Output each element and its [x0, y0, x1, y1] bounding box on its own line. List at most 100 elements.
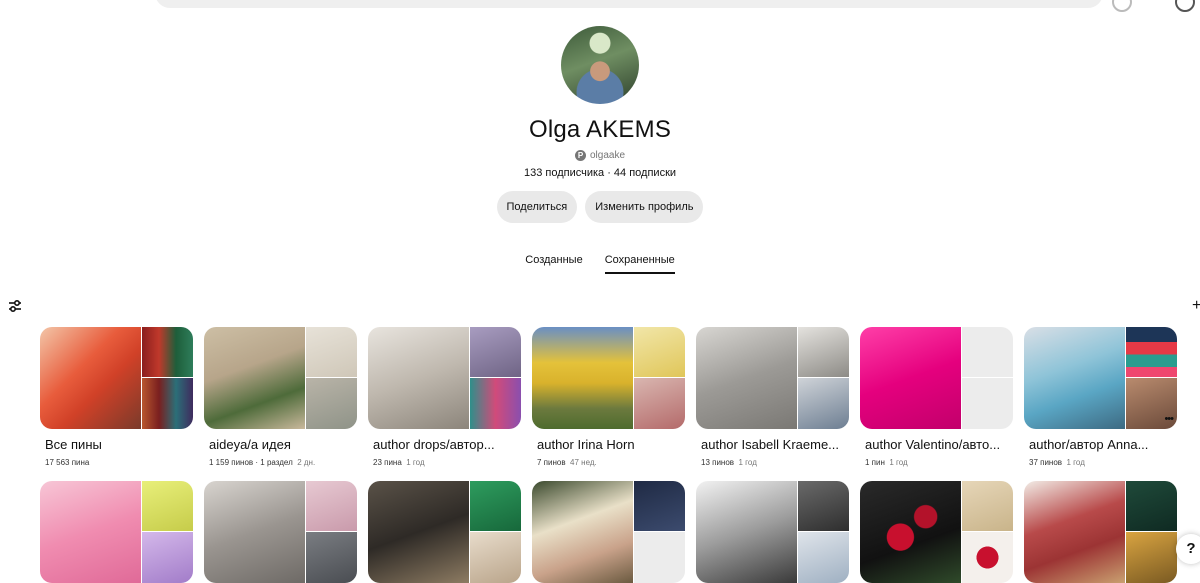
board-card[interactable]: Все пины 17 563 пина [40, 327, 193, 467]
board-meta: 1 пин 1 год [860, 458, 1013, 467]
board-image [634, 481, 685, 531]
avatar[interactable] [561, 26, 639, 104]
board-image [860, 481, 961, 583]
board-title: author Isabell Kraeme... [701, 437, 840, 452]
board-pin-count: 1 пин [865, 458, 885, 467]
notifications-icon[interactable] [1112, 0, 1132, 12]
board-title: aideya/а идея [209, 437, 291, 452]
board-cover [532, 481, 685, 583]
board-image [368, 327, 469, 429]
board-image [142, 481, 193, 531]
board-title: Все пины [45, 437, 102, 452]
board-card[interactable]: author Valentino/авто... 1 пин 1 год [860, 327, 1013, 467]
board-title: author drops/автор... [373, 437, 495, 452]
board-image [142, 327, 193, 377]
board-image [40, 327, 141, 429]
board-pin-count: 13 пинов [701, 458, 735, 467]
board-image [470, 481, 521, 531]
follow-stats[interactable]: 133 подписчика · 44 подписки [0, 167, 1200, 179]
board-card[interactable]: author Isabell Kraeme... 13 пинов 1 год [696, 327, 849, 467]
board-card[interactable] [204, 481, 357, 583]
tab-saved[interactable]: Сохраненные [604, 254, 675, 274]
board-cover [368, 481, 521, 583]
board-image [860, 327, 961, 429]
board-cover [204, 481, 357, 583]
board-age: 1 год [889, 458, 908, 467]
board-cover [860, 481, 1013, 583]
board-image [1024, 481, 1125, 583]
more-icon[interactable]: ••• [1164, 413, 1174, 425]
profile-header: Olga AKEMS P olgaake 133 подписчика · 44… [0, 26, 1200, 223]
board-card[interactable]: author drops/автор... 23 пина 1 год [368, 327, 521, 467]
board-image [962, 532, 1013, 583]
board-cover [204, 327, 357, 429]
board-card[interactable] [532, 481, 685, 583]
board-image [798, 532, 849, 583]
board-image [306, 327, 357, 377]
board-age: 2 дн. [297, 458, 316, 467]
board-age: 1 год [1066, 458, 1085, 467]
board-card[interactable] [860, 481, 1013, 583]
board-card[interactable] [368, 481, 521, 583]
share-button[interactable]: Поделиться [496, 191, 578, 223]
board-meta: 13 пинов 1 год [696, 458, 849, 467]
board-title: author Irina Horn [537, 437, 635, 452]
board-card[interactable]: ••• author/автор Anna... 37 пинов 1 год [1024, 327, 1177, 467]
board-image [368, 481, 469, 583]
board-meta: 23 пина 1 год [368, 458, 521, 467]
board-image [634, 378, 685, 429]
board-card[interactable] [696, 481, 849, 583]
board-image [204, 481, 305, 583]
pinterest-icon: P [574, 150, 586, 161]
board-image [306, 532, 357, 583]
board-pin-count: 23 пина [373, 458, 402, 467]
board-image [532, 327, 633, 429]
board-image [798, 481, 849, 531]
board-meta: 37 пинов 1 год [1024, 458, 1177, 467]
board-image [40, 481, 141, 583]
board-pin-count: 17 563 пина [45, 458, 90, 467]
board-image [204, 327, 305, 429]
board-image [798, 327, 849, 377]
board-cover [860, 327, 1013, 429]
board-image [634, 327, 685, 377]
help-icon[interactable]: ? [1176, 534, 1200, 564]
profile-handle-row: P olgaake [0, 150, 1200, 161]
board-image-placeholder [962, 327, 1013, 377]
board-cover [532, 327, 685, 429]
board-card[interactable]: author Irina Horn 7 пинов 47 нед. [532, 327, 685, 467]
account-icon[interactable] [1175, 0, 1195, 12]
board-cover [40, 481, 193, 583]
board-image [142, 532, 193, 583]
board-cover: ••• [1024, 327, 1177, 429]
board-image [1126, 532, 1177, 583]
board-image [798, 378, 849, 429]
board-image [696, 327, 797, 429]
board-meta: 7 пинов 47 нед. [532, 458, 685, 467]
search-bar[interactable] [155, 0, 1103, 8]
board-image [470, 378, 521, 429]
plus-icon[interactable]: + [1192, 297, 1200, 315]
board-image [1024, 327, 1125, 429]
board-meta: 1 159 пинов · 1 раздел 2 дн. [204, 458, 357, 467]
profile-name: Olga AKEMS [528, 116, 672, 143]
board-image-placeholder [634, 532, 685, 583]
board-image [1126, 327, 1177, 377]
board-card[interactable] [40, 481, 193, 583]
board-card[interactable]: aideya/а идея 1 159 пинов · 1 раздел 2 д… [204, 327, 357, 467]
board-image [1126, 481, 1177, 531]
profile-handle: olgaake [589, 150, 626, 161]
board-age: 1 год [738, 458, 757, 467]
board-age: 1 год [406, 458, 425, 467]
board-image [470, 532, 521, 583]
board-image [532, 481, 633, 583]
tab-created[interactable]: Созданные [525, 254, 582, 274]
profile-actions: Поделиться Изменить профиль [0, 191, 1200, 223]
board-cover [40, 327, 193, 429]
board-image [470, 327, 521, 377]
edit-profile-button[interactable]: Изменить профиль [585, 191, 704, 223]
board-card[interactable] [1024, 481, 1177, 583]
filter-icon[interactable] [8, 299, 22, 313]
board-cover [696, 481, 849, 583]
board-title: author/автор Anna... [1029, 437, 1149, 452]
